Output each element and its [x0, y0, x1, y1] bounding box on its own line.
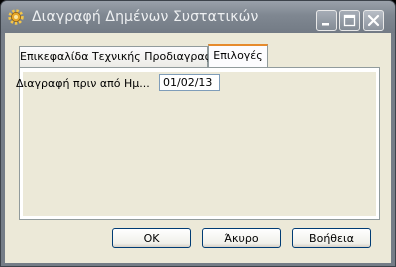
- tab-options[interactable]: Επιλογές: [208, 44, 268, 67]
- ok-button[interactable]: OK: [112, 228, 191, 248]
- minimize-icon: [322, 23, 329, 26]
- delete-before-date-input[interactable]: [159, 74, 220, 91]
- tab-technical-spec-header[interactable]: Επικεφαλίδα Τεχνικής Προδιαγραφής: [19, 46, 225, 67]
- help-button[interactable]: Βοήθεια: [292, 228, 371, 248]
- dialog-body: Επικεφαλίδα Τεχνικής Προδιαγραφής Επιλογ…: [5, 33, 391, 263]
- gear-icon: [8, 9, 24, 25]
- options-content: [23, 72, 376, 216]
- close-button[interactable]: [363, 10, 384, 31]
- title-bar[interactable]: Διαγραφή Δημένων Συστατικών: [1, 1, 395, 33]
- minimize-button[interactable]: [316, 10, 337, 31]
- dialog-window: Διαγραφή Δημένων Συστατικών Επικεφαλίδα …: [0, 0, 396, 267]
- close-icon: [367, 14, 380, 27]
- tab-label: Επικεφαλίδα Τεχνικής Προδιαγραφής: [20, 50, 226, 63]
- maximize-icon: [343, 14, 356, 27]
- window-title: Διαγραφή Δημένων Συστατικών: [32, 9, 259, 25]
- delete-before-date-label: Διαγραφή πριν από Ημ...: [16, 77, 150, 90]
- maximize-button[interactable]: [339, 10, 360, 31]
- cancel-button[interactable]: Άκυρο: [202, 228, 281, 248]
- tab-label: Επιλογές: [213, 49, 263, 62]
